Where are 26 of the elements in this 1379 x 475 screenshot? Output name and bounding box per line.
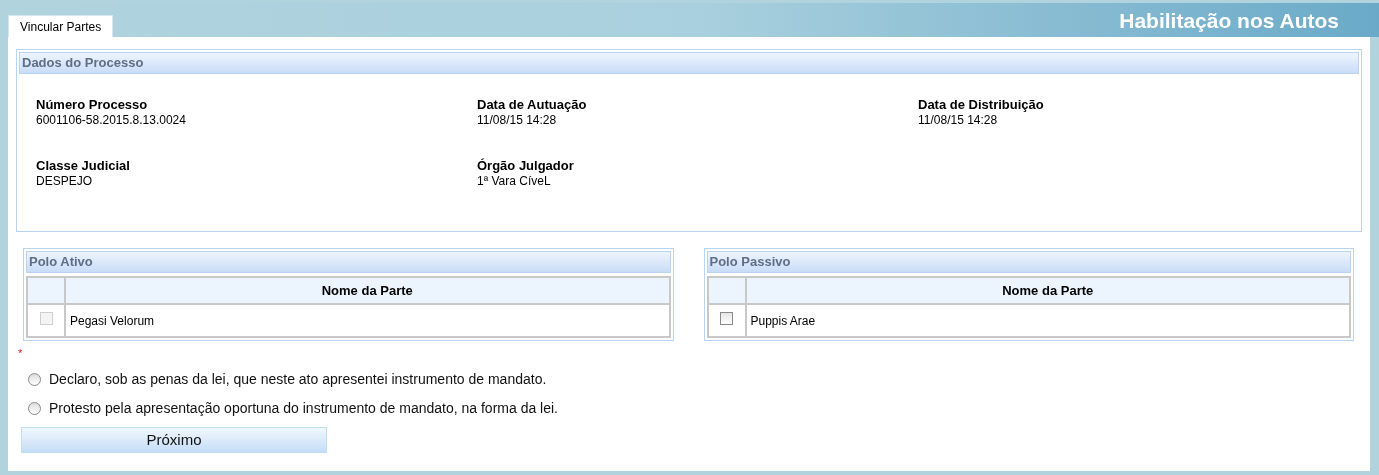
next-button[interactable]: Próximo bbox=[21, 427, 327, 453]
field-label: Número Processo bbox=[36, 97, 149, 113]
table-cell: Puppis Arae bbox=[745, 304, 1350, 337]
field-value: 6001106-58.2015.8.13.0024 bbox=[36, 113, 187, 128]
panel-header: Polo Ativo bbox=[26, 251, 671, 273]
required-mark: * bbox=[18, 347, 24, 359]
tab[interactable]: Vincular Partes bbox=[8, 15, 114, 37]
radio-label: Protesto pela apresentação oportuna do instrumento de mandato, na forma da lei. bbox=[49, 399, 558, 418]
page-title: Habilitação nos Autos bbox=[1119, 8, 1339, 34]
column-header: Nome da Parte bbox=[745, 277, 1350, 304]
field-label: Classe Judicial bbox=[36, 158, 131, 174]
panel-header: Polo Passivo bbox=[706, 251, 1351, 273]
field-label: Órgão Julgador bbox=[477, 158, 575, 174]
column-header: Nome da Parte bbox=[65, 277, 670, 304]
radio-button[interactable] bbox=[28, 402, 41, 415]
field-label: Data de Autuação bbox=[477, 97, 588, 113]
field-label: Data de Distribuição bbox=[918, 97, 1045, 113]
table-cell: Pegasi Velorum bbox=[65, 304, 670, 337]
panel-header: Dados do Processo bbox=[19, 52, 1359, 74]
radio-label: Declaro, sob as penas da lei, que neste ato apresentei instrumento de mandato. bbox=[49, 370, 547, 389]
radio-button[interactable] bbox=[28, 373, 41, 386]
field-value: 11/08/15 14:28 bbox=[918, 113, 999, 128]
field-value: 1ª Vara CíveL bbox=[477, 174, 552, 189]
field-value: DESPEJO bbox=[36, 174, 93, 189]
field-value: 11/08/15 14:28 bbox=[477, 113, 558, 128]
checkbox[interactable] bbox=[720, 311, 733, 325]
